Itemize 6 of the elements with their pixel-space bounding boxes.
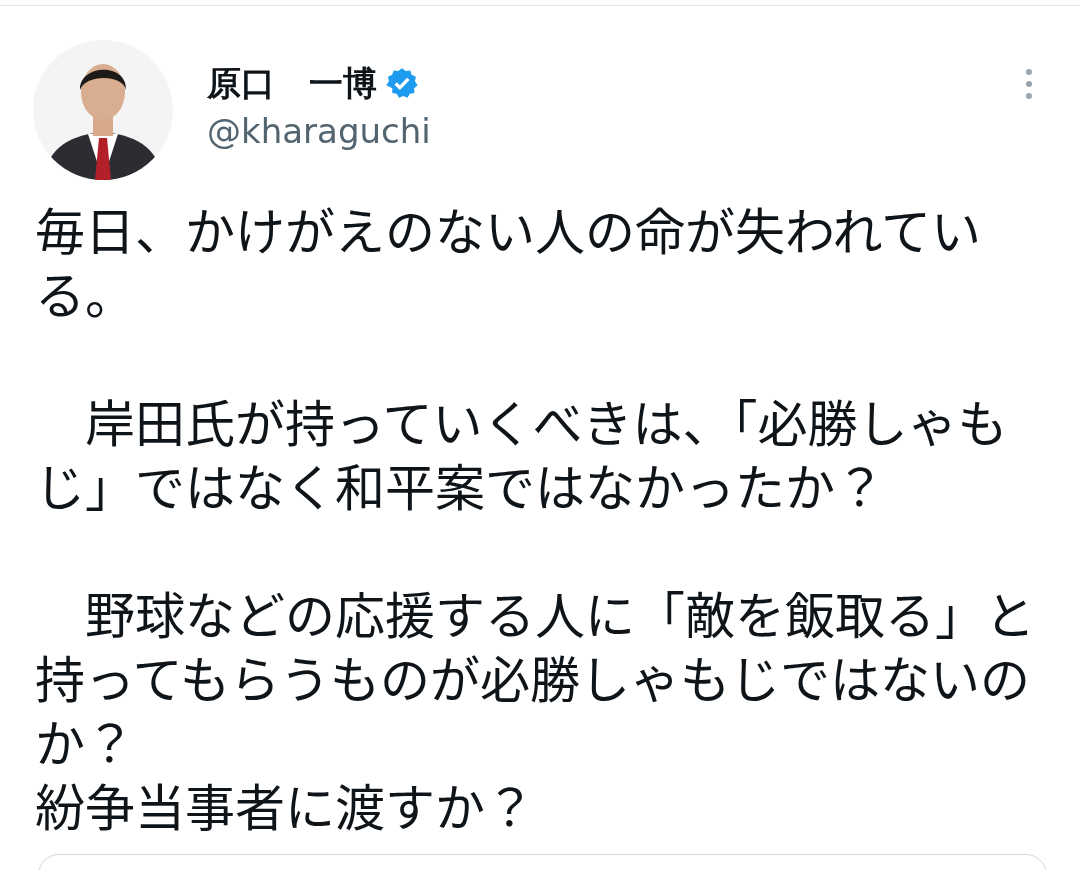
author-name[interactable]: 原口 一博 [207,62,377,104]
tweet-text: 毎日、かけがえのない人の命が失われている。 [35,196,982,324]
tweet-text: 岸田氏が持っていくべきは、「必勝しゃもじ」ではなく和平案ではなかったか？ [35,388,1009,516]
tweet-text: 紛争当事者に渡すか？ [35,772,536,836]
author-handle[interactable]: @kharaguchi [207,110,431,152]
tweet-text: 野球などの応援する人に「敵を飯取る」と持ってもらうものが必勝しゃもじではないのか？ [35,580,1036,772]
